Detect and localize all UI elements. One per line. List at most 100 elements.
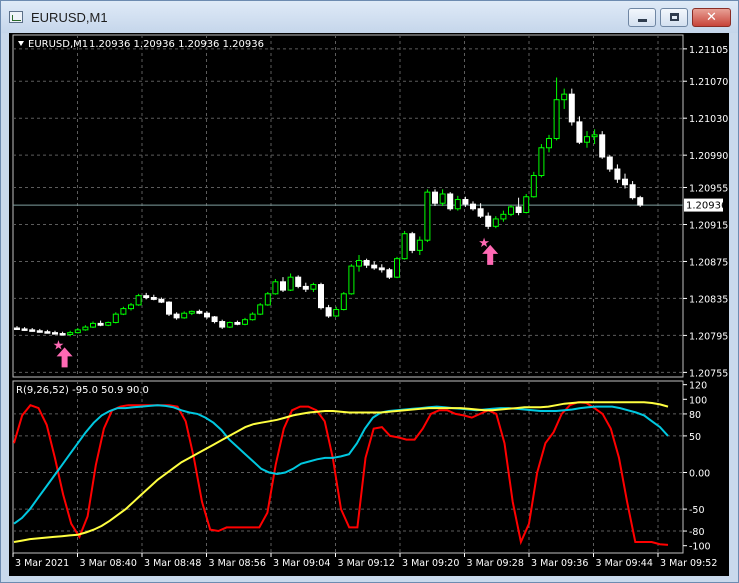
candle-body xyxy=(629,184,636,199)
candle-body xyxy=(553,99,560,140)
candle-body xyxy=(90,322,96,328)
candle-body xyxy=(105,321,112,326)
candle-body xyxy=(500,213,507,220)
price-tick-label: 1.20990 xyxy=(689,151,728,162)
candle-body xyxy=(447,193,454,210)
candle-body xyxy=(272,281,279,295)
candle-body xyxy=(508,206,514,215)
indicator-title: R(9,26,52) -95.0 50.9 90.0 xyxy=(16,385,149,396)
indicator-tick-label: 100 xyxy=(689,395,707,406)
time-tick-label: 3 Mar 08:48 xyxy=(144,558,201,569)
candle-body xyxy=(568,93,575,123)
candle-body xyxy=(477,208,484,217)
indicator-tick-label: 50 xyxy=(689,432,701,443)
price-tick-label: 1.21105 xyxy=(689,45,728,56)
chart-header: EURUSD,M1 1.20936 1.20936 1.20936 1.2093… xyxy=(18,39,264,50)
close-button[interactable]: ✕ xyxy=(692,8,731,27)
candle-body xyxy=(546,138,552,149)
candle-body xyxy=(591,134,598,138)
time-tick-label: 3 Mar 09:04 xyxy=(273,558,330,569)
candle-body xyxy=(82,326,89,331)
candle-body xyxy=(120,308,127,315)
candle-body xyxy=(333,309,340,317)
chart-window: EURUSD,M1 ✕ 1.21105 1.21070 1.21030 1.20990… xyxy=(0,0,739,583)
price-tick-label: 1.20915 xyxy=(689,220,728,231)
candle-body xyxy=(485,215,492,227)
candle-body xyxy=(242,319,248,325)
candle-body xyxy=(409,233,416,251)
candle-body xyxy=(143,295,150,299)
title-bar[interactable]: EURUSD,M1 ✕ xyxy=(1,1,738,33)
candle-body xyxy=(196,310,203,314)
candle-body xyxy=(74,329,81,334)
candle-body xyxy=(52,332,58,335)
chart-area[interactable]: 1.21105 1.21070 1.21030 1.20990 1.20955 1.209… xyxy=(9,33,729,576)
candle-body xyxy=(515,206,522,213)
candle-body xyxy=(257,304,264,315)
price-tick-label: 1.21070 xyxy=(689,77,728,88)
candle-body xyxy=(432,191,438,204)
minimize-button[interactable] xyxy=(628,8,656,27)
chart-symbol: EURUSD,M1 xyxy=(28,39,88,50)
minimize-icon xyxy=(638,19,647,22)
time-tick-label: 3 Mar 09:12 xyxy=(338,558,395,569)
window-title: EURUSD,M1 xyxy=(31,10,108,25)
time-tick-label: 3 Mar 09:52 xyxy=(660,558,717,569)
time-tick-label: 3 Mar 08:56 xyxy=(209,558,266,569)
candle-body xyxy=(44,331,51,334)
price-tick-label: 1.20875 xyxy=(689,257,728,268)
candle-body xyxy=(67,332,74,335)
candle-body xyxy=(416,239,423,251)
candle-body xyxy=(530,174,537,198)
candle-body xyxy=(622,178,628,186)
candle-body xyxy=(219,321,226,328)
indicator-tick-label: -50 xyxy=(689,505,705,516)
indicator-tick-label: 80 xyxy=(689,410,701,421)
candle-body xyxy=(637,197,644,206)
price-current-label: 1.20936 xyxy=(684,198,727,212)
time-tick-label: 3 Mar 09:36 xyxy=(531,558,588,569)
candle-body xyxy=(439,193,446,204)
indicator-tick-label: -100 xyxy=(689,542,711,553)
candle-body xyxy=(378,267,385,271)
candle-body xyxy=(340,293,347,311)
current-price-label: 1.20936 xyxy=(686,201,727,212)
price-tick-label: 1.21030 xyxy=(689,114,728,125)
candle-body xyxy=(166,301,172,315)
candle-body xyxy=(614,168,621,180)
candle-body xyxy=(204,312,210,318)
candle-body xyxy=(310,284,317,290)
candle-body xyxy=(264,293,271,306)
maximize-icon xyxy=(670,13,679,21)
candle-body xyxy=(158,298,165,303)
candle-body xyxy=(318,284,324,309)
candle-body xyxy=(112,313,119,323)
candle-body xyxy=(348,265,355,295)
candle-body xyxy=(280,281,286,291)
indicator-tick-label: -80 xyxy=(689,527,705,538)
maximize-button[interactable] xyxy=(660,8,688,27)
candle-body xyxy=(150,297,157,300)
candle-body xyxy=(454,199,461,210)
candle-body xyxy=(363,260,370,266)
time-tick-label: 3 Mar 08:40 xyxy=(80,558,137,569)
candle-body xyxy=(295,276,302,287)
candle-body xyxy=(538,147,545,176)
candle-body xyxy=(287,276,294,291)
candle-body xyxy=(325,307,332,317)
candle-body xyxy=(173,313,180,319)
close-icon: ✕ xyxy=(706,10,717,25)
price-tick-label: 1.20835 xyxy=(689,294,728,305)
candle-body xyxy=(128,304,134,310)
candle-body xyxy=(188,310,195,314)
candle-body xyxy=(606,156,613,170)
indicator-tick-label: 120 xyxy=(689,381,707,392)
candle-body xyxy=(14,327,20,331)
candle-body xyxy=(424,191,431,241)
candle-body xyxy=(234,321,241,325)
candle-body xyxy=(584,136,590,143)
candle-body xyxy=(29,329,36,332)
candle-body xyxy=(135,295,142,306)
candle-body xyxy=(462,199,469,205)
candle-body xyxy=(599,134,606,158)
